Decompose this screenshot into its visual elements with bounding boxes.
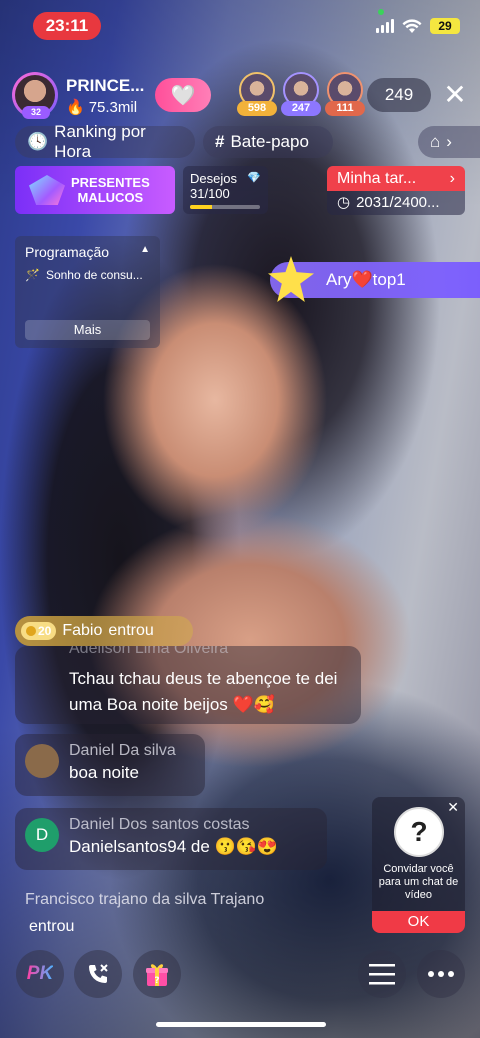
- viewer-score: 598: [237, 101, 277, 116]
- user-avatar[interactable]: [25, 744, 59, 778]
- chevron-right-icon: ›: [449, 170, 455, 187]
- collapse-icon[interactable]: ▲: [140, 244, 150, 260]
- joined-action: entrou: [29, 918, 75, 935]
- my-task-button[interactable]: Minha tar... ›: [327, 166, 465, 191]
- chat-user-name: Daniel Da silva: [69, 742, 176, 759]
- join-notification: Francisco trajano da silva Trajano entro…: [25, 886, 264, 940]
- chat-label: Bate-papo: [230, 132, 309, 151]
- hamburger-menu-icon: [369, 964, 395, 985]
- viewer-count[interactable]: 249: [367, 78, 431, 112]
- schedule-panel: Programação ▲ 🪄 Sonho de consu... Mais: [15, 236, 160, 348]
- host-level-badge: 32: [22, 106, 50, 119]
- task-progress-value: 2031/2400...: [356, 194, 440, 211]
- battery-indicator: 29: [430, 18, 460, 34]
- menu-button[interactable]: [358, 950, 406, 998]
- call-button[interactable]: [74, 950, 122, 998]
- invite-ok-button[interactable]: OK: [372, 911, 465, 933]
- gift-button[interactable]: ?: [133, 950, 181, 998]
- chat-text: Tchau tchau deus te abençoe te dei uma B…: [69, 669, 338, 714]
- svg-text:?: ?: [154, 976, 159, 986]
- gem-icon: [29, 175, 65, 205]
- flame-icon: 🔥: [66, 99, 85, 116]
- entry-notification: 20 Fabio entrou: [15, 616, 193, 646]
- status-icons: 29: [376, 18, 460, 34]
- wishes-value: 31/100: [190, 186, 230, 201]
- chat-message[interactable]: Daniel Da silva boa noite: [15, 734, 205, 796]
- chat-message[interactable]: D Daniel Dos santos costas Danielsantos9…: [15, 808, 327, 870]
- invite-text: Convidar você para um chat de vídeo: [378, 863, 459, 901]
- gift-icon: ?: [146, 964, 168, 986]
- timer-icon: ◷: [337, 194, 351, 211]
- chevron-right-icon: ›: [446, 132, 452, 151]
- my-task-label: Minha tar...: [337, 170, 417, 187]
- user-avatar[interactable]: D: [25, 818, 59, 852]
- chat-user-name: Daniel Dos santos costas: [69, 816, 250, 833]
- close-icon[interactable]: ✕: [440, 80, 470, 110]
- top-viewer-2[interactable]: 247: [281, 72, 321, 116]
- joined-user-name: Francisco trajano da silva Trajano: [25, 891, 265, 908]
- follow-button[interactable]: 🤍: [155, 78, 211, 112]
- winged-heart-icon: 🤍: [170, 84, 196, 107]
- more-dots-icon: [428, 971, 454, 977]
- signal-icon: [376, 19, 394, 33]
- status-time: 23:11: [33, 12, 101, 40]
- hashtag-icon: #: [215, 132, 225, 151]
- hourly-ranking-button[interactable]: 🕓 Ranking por Hora: [15, 122, 195, 161]
- close-invite-icon[interactable]: ✕: [447, 799, 459, 816]
- schedule-title: Programação: [25, 244, 110, 260]
- task-progress: ◷ 2031/2400...: [327, 191, 465, 215]
- pk-button[interactable]: PK: [16, 950, 64, 998]
- wishes-panel[interactable]: Desejos 💎 31/100: [183, 166, 268, 214]
- promo-line-2: MALUCOS: [77, 190, 144, 205]
- host-name: PRINCE...: [66, 76, 145, 95]
- chat-message[interactable]: Adeilson Lima Oliveira Tchau tchau deus …: [15, 646, 361, 724]
- schedule-item: Sonho de consu...: [45, 268, 143, 282]
- home-indicator[interactable]: [156, 1022, 326, 1027]
- wifi-icon: [402, 18, 422, 33]
- home-menu-button[interactable]: ⌂ ›: [418, 126, 480, 158]
- top-viewers: 598 247 111: [237, 72, 365, 116]
- phone-icon: [89, 964, 108, 983]
- chat-text: boa noite: [69, 763, 139, 782]
- chat-button[interactable]: # Bate-papo: [203, 126, 333, 158]
- house-icon: ⌂: [430, 132, 441, 151]
- top-viewer-3[interactable]: 111: [325, 72, 365, 116]
- promo-line-1: PRESENTES: [71, 175, 150, 190]
- pk-icon: PK: [26, 963, 54, 984]
- user-level-badge: 20: [21, 622, 57, 640]
- chat-text: Danielsantos94 de 😗😘😍: [69, 837, 279, 856]
- hourly-ranking-label: Ranking por Hora: [54, 122, 146, 161]
- viewer-score: 247: [281, 101, 321, 116]
- entry-action: entrou: [108, 622, 154, 639]
- more-options-button[interactable]: [417, 950, 465, 998]
- top-viewer-1[interactable]: 598: [237, 72, 277, 116]
- chat-user-name: Adeilson Lima Oliveira: [69, 646, 229, 657]
- schedule-more-button[interactable]: Mais: [25, 320, 150, 340]
- host-popularity: 🔥 75.3mil: [66, 98, 138, 117]
- promo-banner[interactable]: PRESENTES MALUCOS: [15, 166, 175, 214]
- wishes-label: Desejos: [190, 171, 237, 186]
- question-avatar-icon: ?: [394, 807, 444, 857]
- wishes-progress-bar: [190, 205, 260, 209]
- clock-icon: 🕓: [27, 132, 49, 151]
- viewer-score: 111: [325, 101, 365, 116]
- mic-indicator: [378, 9, 384, 15]
- wish-gift-icon: 💎: [247, 172, 261, 184]
- entry-user-name: Fabio: [62, 622, 103, 639]
- video-chat-invite: ✕ ? Convidar você para um chat de vídeo …: [372, 797, 465, 933]
- host-popularity-value: 75.3mil: [88, 98, 138, 116]
- wand-icon: 🪄: [25, 268, 40, 282]
